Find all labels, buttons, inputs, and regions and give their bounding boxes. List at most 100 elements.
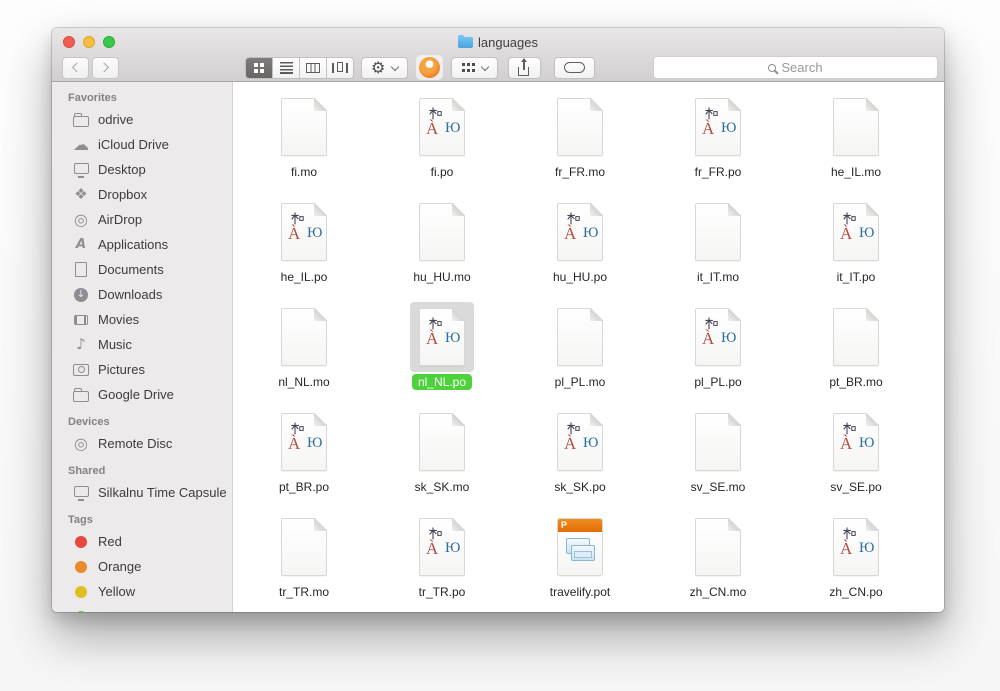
disc-icon	[72, 435, 90, 453]
action-menu-button[interactable]: ⚙	[361, 57, 408, 79]
sidebar-item-label: Documents	[98, 262, 164, 277]
back-button[interactable]	[62, 57, 89, 79]
file-pt_BR.mo[interactable]: pt_BR.mo	[787, 302, 925, 407]
sidebar-item-google-drive[interactable]: Google Drive	[52, 382, 232, 407]
file-name-label: fr_FR.po	[689, 164, 748, 180]
zoom-button[interactable]	[103, 36, 115, 48]
file-name-label: it_IT.po	[831, 269, 882, 285]
file-it_IT.po[interactable]: À Ю it_IT.po	[787, 197, 925, 302]
file-sk_SK.mo[interactable]: sk_SK.mo	[373, 407, 511, 512]
file-sv_SE.po[interactable]: À Ю sv_SE.po	[787, 407, 925, 512]
sidebar-item-pictures[interactable]: Pictures	[52, 357, 232, 382]
sidebar-item-music[interactable]: Music	[52, 332, 232, 357]
file-nl_NL.po[interactable]: À Ю nl_NL.po	[373, 302, 511, 407]
arrange-menu-button[interactable]	[451, 57, 498, 79]
titlebar[interactable]: languages	[52, 28, 944, 54]
file-tr_TR.mo[interactable]: tr_TR.mo	[235, 512, 373, 612]
sidebar-item-icloud-drive[interactable]: iCloud Drive	[52, 132, 232, 157]
close-button[interactable]	[63, 36, 75, 48]
sidebar-item-orange[interactable]: Orange	[52, 554, 232, 579]
tag-dot-icon	[75, 586, 87, 598]
view-grid-button[interactable]	[246, 58, 273, 78]
file-icon-wrapper: À Ю	[410, 92, 474, 162]
view-columns-button[interactable]	[300, 58, 327, 78]
file-nl_NL.mo[interactable]: nl_NL.mo	[235, 302, 373, 407]
file-icon-wrapper	[548, 302, 612, 372]
view-coverflow-button[interactable]	[327, 58, 353, 78]
content-area: fi.mo À Ю	[233, 82, 944, 612]
file-icon-wrapper	[686, 407, 750, 477]
document-icon	[557, 308, 603, 366]
file-tr_TR.po[interactable]: À Ю tr_TR.po	[373, 512, 511, 612]
sidebar-section-items: Remote Disc	[52, 431, 232, 456]
folder-icon	[72, 111, 90, 129]
sidebar-item-desktop[interactable]: Desktop	[52, 157, 232, 182]
file-it_IT.mo[interactable]: it_IT.mo	[649, 197, 787, 302]
sidebar-item-label: Orange	[98, 559, 141, 574]
forward-button[interactable]	[92, 57, 119, 79]
file-name-label: he_IL.po	[275, 269, 334, 285]
search-input[interactable]: Search	[653, 56, 938, 79]
sidebar-item-movies[interactable]: Movies	[52, 307, 232, 332]
file-pl_PL.mo[interactable]: pl_PL.mo	[511, 302, 649, 407]
file-fr_FR.po[interactable]: À Ю fr_FR.po	[649, 92, 787, 197]
sidebar-item-label: Green	[98, 609, 134, 612]
latin-glyph: À	[564, 435, 576, 454]
sidebar-item-silkalnu-time-capsule[interactable]: Silkalnu Time Capsule	[52, 480, 232, 505]
sidebar-section-items: odrive iCloud Drive Desktop Dropbox AirD…	[52, 107, 232, 407]
latin-glyph: À	[840, 540, 852, 559]
tag-icon	[564, 62, 585, 73]
sidebar-item-label: iCloud Drive	[98, 137, 169, 152]
document-icon	[281, 98, 327, 156]
sidebar-item-yellow[interactable]: Yellow	[52, 579, 232, 604]
file-zh_CN.po[interactable]: À Ю zh_CN.po	[787, 512, 925, 612]
file-fi.mo[interactable]: fi.mo	[235, 92, 373, 197]
file-sv_SE.mo[interactable]: sv_SE.mo	[649, 407, 787, 512]
file-hu_HU.po[interactable]: À Ю hu_HU.po	[511, 197, 649, 302]
file-he_IL.mo[interactable]: he_IL.mo	[787, 92, 925, 197]
file-icon-wrapper: À Ю	[686, 302, 750, 372]
file-name-label: he_IL.mo	[825, 164, 887, 180]
file-pt_BR.po[interactable]: À Ю pt_BR.po	[235, 407, 373, 512]
file-name-label: travelify.pot	[544, 584, 616, 600]
file-name-label: sk_SK.mo	[409, 479, 476, 495]
file-travelify.pot[interactable]: P travelify.pot	[511, 512, 649, 612]
file-icon-wrapper	[824, 92, 888, 162]
view-list-button[interactable]	[273, 58, 300, 78]
file-name-label: tr_TR.mo	[273, 584, 335, 600]
movies-icon	[72, 311, 90, 329]
sidebar-item-remote-disc[interactable]: Remote Disc	[52, 431, 232, 456]
odrive-toolbar-button[interactable]	[416, 55, 443, 80]
file-pl_PL.po[interactable]: À Ю pl_PL.po	[649, 302, 787, 407]
tags-button[interactable]	[554, 57, 595, 79]
minimize-button[interactable]	[83, 36, 95, 48]
sidebar-item-odrive[interactable]: odrive	[52, 107, 232, 132]
file-icon-wrapper: À Ю	[686, 92, 750, 162]
file-fr_FR.mo[interactable]: fr_FR.mo	[511, 92, 649, 197]
file-icon-wrapper	[686, 197, 750, 267]
cyrillic-glyph: Ю	[583, 224, 598, 242]
sidebar-item-downloads[interactable]: Downloads	[52, 282, 232, 307]
file-he_IL.po[interactable]: À Ю he_IL.po	[235, 197, 373, 302]
file-name-label: zh_CN.po	[823, 584, 888, 600]
file-icon-wrapper	[410, 407, 474, 477]
sidebar-item-applications[interactable]: Applications	[52, 232, 232, 257]
sidebar-item-red[interactable]: Red	[52, 529, 232, 554]
document-icon	[281, 518, 327, 576]
file-fi.po[interactable]: À Ю fi.po	[373, 92, 511, 197]
file-sk_SK.po[interactable]: À Ю sk_SK.po	[511, 407, 649, 512]
sidebar: Favorites odrive iCloud Drive Desktop Dr…	[52, 82, 233, 612]
document-icon: À Ю	[833, 413, 879, 471]
sidebar-item-green[interactable]: Green	[52, 604, 232, 612]
file-icon-wrapper: À Ю	[548, 407, 612, 477]
sidebar-item-documents[interactable]: Documents	[52, 257, 232, 282]
share-button[interactable]	[508, 57, 541, 79]
traffic-lights	[63, 36, 115, 48]
sidebar-item-airdrop[interactable]: AirDrop	[52, 207, 232, 232]
sidebar-item-dropbox[interactable]: Dropbox	[52, 182, 232, 207]
file-name-label: sv_SE.mo	[685, 479, 752, 495]
latin-glyph: À	[840, 435, 852, 454]
file-zh_CN.mo[interactable]: zh_CN.mo	[649, 512, 787, 612]
file-icon-wrapper: P	[548, 512, 612, 582]
file-hu_HU.mo[interactable]: hu_HU.mo	[373, 197, 511, 302]
